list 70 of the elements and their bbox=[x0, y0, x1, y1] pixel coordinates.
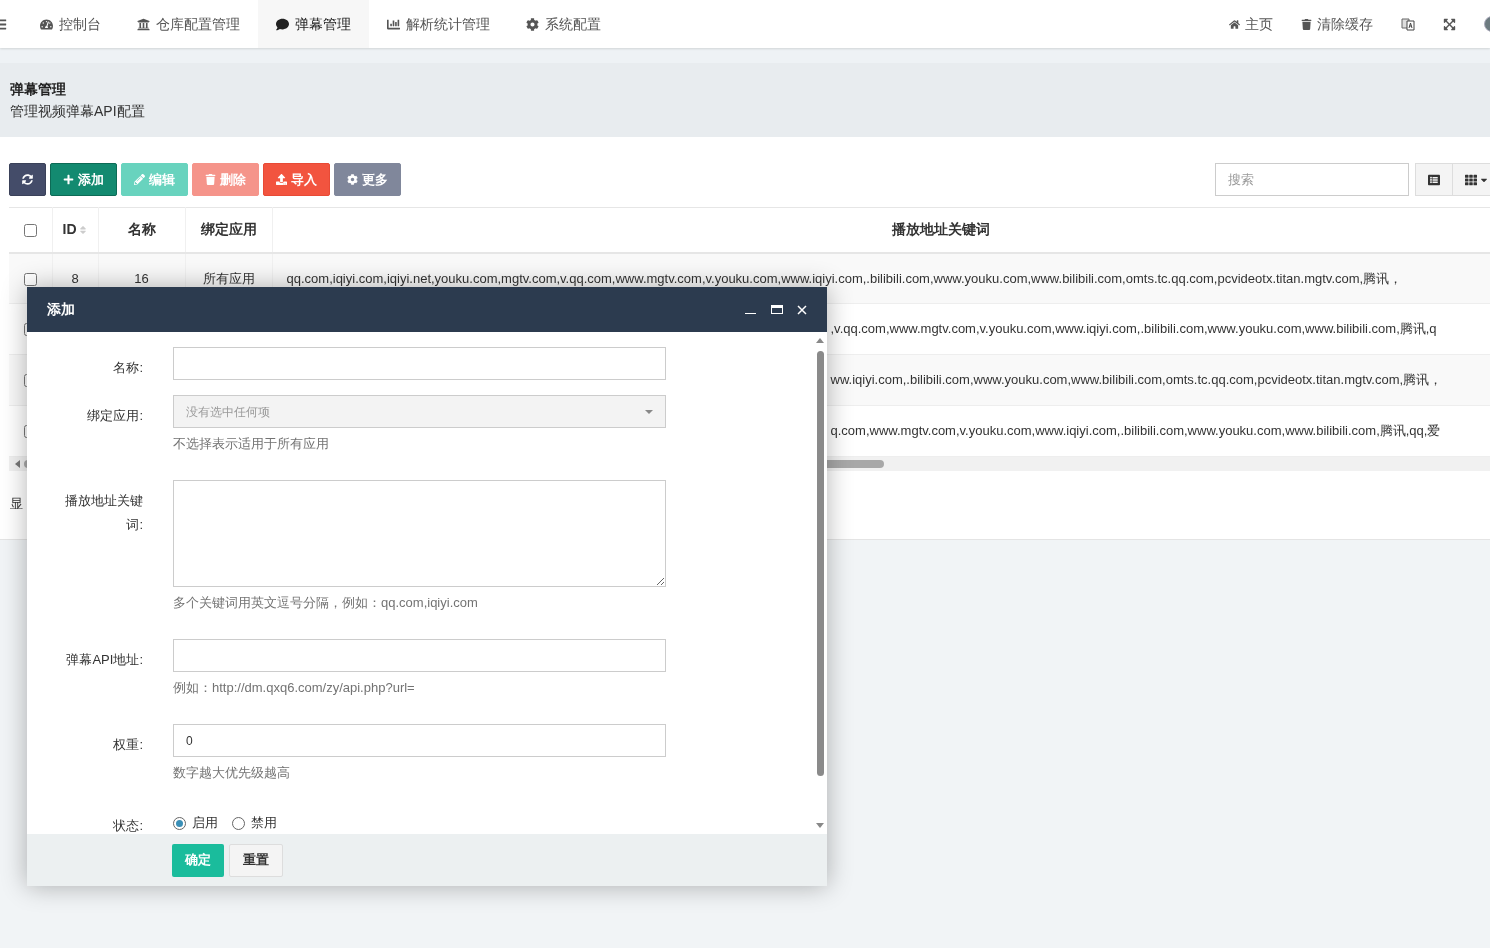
more-button[interactable]: 更多 bbox=[334, 163, 401, 196]
input-field[interactable] bbox=[173, 347, 666, 380]
refresh-button[interactable] bbox=[9, 163, 46, 196]
table-cell: q.com,www.mgtv.com,v.youku.com,www.iqiyi.com,.bilibili.com,www.youku.com,www.bilibili.com,腾讯,qq,爱 bbox=[830, 423, 1441, 439]
help-text: 例如：http://dm.qxq6.com/zy/api.php?url= bbox=[173, 679, 416, 697]
help-text: 数字越大优先级越高 bbox=[173, 764, 291, 782]
reset-button[interactable]: 重置 bbox=[229, 843, 283, 877]
column-header[interactable]: 名称 bbox=[98, 207, 185, 253]
search-field[interactable]: 搜索 bbox=[1215, 163, 1409, 196]
pagination-info: 显 bbox=[10, 496, 23, 511]
field-label: 名称: bbox=[113, 360, 143, 375]
column-header[interactable]: ID bbox=[52, 207, 98, 253]
grid-icon bbox=[1464, 173, 1477, 186]
nav-tab[interactable]: 系统配置 bbox=[508, 0, 619, 48]
field-label: 绑定应用: bbox=[87, 408, 143, 423]
radio-label: 启用 bbox=[192, 814, 218, 833]
table-cell: 16 bbox=[134, 270, 149, 286]
textarea-field[interactable] bbox=[173, 480, 666, 587]
table-cell: 所有应用 bbox=[202, 270, 255, 286]
column-header[interactable]: 绑定应用 bbox=[185, 207, 272, 253]
scroll-left-arrow[interactable] bbox=[15, 460, 20, 468]
nav-tab[interactable]: 仓库配置管理 bbox=[119, 0, 258, 48]
toggle-view-button[interactable] bbox=[1415, 163, 1453, 196]
bar-chart-icon bbox=[387, 17, 400, 31]
list-icon bbox=[1428, 173, 1440, 186]
table-cell: ww.iqiyi.com,.bilibili.com,www.youku.com,www.bilibili.com,omts.tc.qq.com,pcvideotx.titan.mgtv.com,腾讯， bbox=[830, 372, 1443, 388]
upload-icon bbox=[276, 174, 287, 185]
radio-button[interactable] bbox=[232, 816, 245, 830]
close-icon[interactable] bbox=[797, 304, 807, 315]
nav-tab[interactable]: 弹幕管理 bbox=[258, 0, 369, 48]
nav-link[interactable]: 清除缓存 bbox=[1287, 0, 1387, 48]
page-subtitle: 管理视频弹幕API配置 bbox=[10, 102, 146, 120]
home-icon bbox=[1229, 18, 1240, 30]
add-button[interactable]: 添加 bbox=[50, 163, 117, 196]
pencil-icon bbox=[134, 174, 145, 185]
table-cell: ,v.qq.com,www.mgtv.com,v.youku.com,www.iqiyi.com,.bilibili.com,www.youku.com,www.bilibili.com,腾讯,q bbox=[830, 321, 1437, 337]
radio-label: 禁用 bbox=[251, 814, 277, 833]
maximize-icon[interactable] bbox=[771, 305, 783, 314]
nav-tab[interactable]: 解析统计管理 bbox=[369, 0, 508, 48]
speech-bubble-icon bbox=[276, 17, 289, 31]
trash-icon bbox=[205, 174, 216, 185]
gear-icon bbox=[347, 174, 358, 185]
sort-icon bbox=[77, 224, 88, 235]
refresh-icon bbox=[22, 174, 33, 185]
gauge-icon bbox=[40, 17, 53, 31]
page-title: 弹幕管理 bbox=[10, 80, 67, 98]
nav-tab[interactable]: 控制台 bbox=[22, 0, 119, 48]
input-field[interactable] bbox=[173, 639, 666, 672]
help-text: 多个关键词用英文逗号分隔，例如：qq.com,iqiyi.com bbox=[173, 594, 479, 612]
nav-link[interactable]: 主页 bbox=[1215, 0, 1287, 48]
select-all-checkbox[interactable] bbox=[23, 224, 37, 238]
radio-button[interactable] bbox=[173, 816, 186, 830]
plus-icon bbox=[63, 174, 74, 185]
field-label: 权重: bbox=[113, 737, 143, 752]
help-text: 不选择表示适用于所有应用 bbox=[173, 435, 330, 453]
fullscreen-icon[interactable] bbox=[1443, 17, 1456, 31]
gear-icon bbox=[526, 17, 539, 31]
field-label: 播放地址关键词: bbox=[65, 493, 143, 532]
input-field[interactable]: 0 bbox=[173, 724, 666, 757]
columns-button[interactable] bbox=[1453, 163, 1490, 196]
column-header[interactable]: 播放地址关键词 bbox=[272, 207, 1490, 253]
table-cell: qq.com,iqiyi.com,iqiyi.net,youku.com,mgtv.com,v.qq.com,www.mgtv.com,v.youku.com,www.iqiyi.com,.bilibili.com,www.youku.com,www.bilibili.com,omts.tc.qq.com,pcvideotx.titan.mgtv.com,腾讯， bbox=[286, 270, 1403, 286]
bank-icon bbox=[137, 17, 150, 31]
trash-icon bbox=[1301, 18, 1312, 30]
field-label: 弹幕API地址: bbox=[66, 652, 143, 667]
table-cell: 8 bbox=[71, 270, 79, 286]
row-checkbox[interactable] bbox=[23, 272, 37, 286]
translate-icon[interactable] bbox=[1401, 17, 1415, 31]
caret-icon bbox=[645, 409, 653, 414]
field-label: 状态: bbox=[113, 818, 143, 833]
